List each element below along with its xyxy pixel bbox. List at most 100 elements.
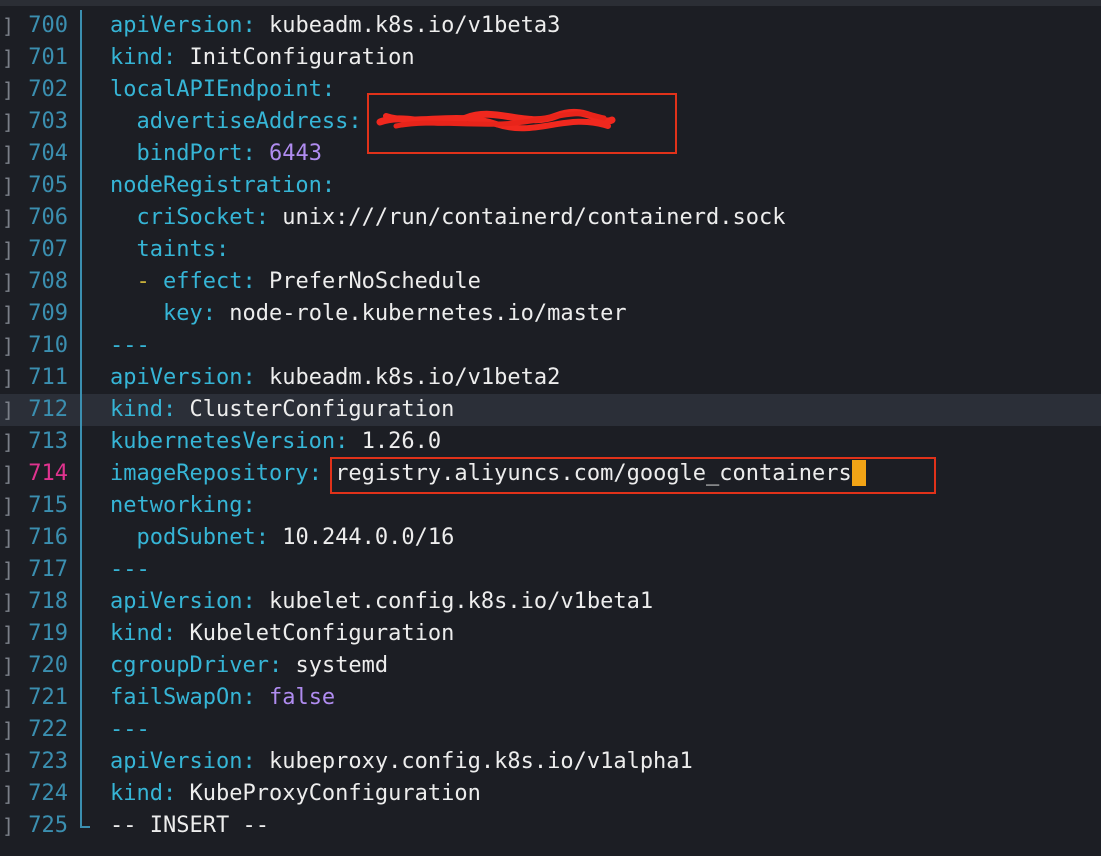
code-token-sep: : — [242, 589, 269, 614]
code-line[interactable]: ] 711 apiVersion: kubeadm.k8s.io/v1beta2 — [0, 362, 1101, 394]
code-line[interactable]: ] 717 --- — [0, 554, 1101, 586]
fold-marker: ] — [2, 334, 15, 358]
line-number: 721 — [28, 685, 68, 710]
code-text: - effect: PreferNoSchedule — [110, 266, 480, 298]
fold-marker: ] — [2, 814, 15, 838]
code-token-key: --- — [110, 557, 150, 582]
window-top-bar — [0, 0, 1101, 6]
fold-marker: ] — [2, 622, 15, 646]
code-text: failSwapOn: false — [110, 682, 335, 714]
line-number: 725 — [28, 813, 68, 838]
line-number: 716 — [28, 525, 68, 550]
code-line[interactable]: ] 708 - effect: PreferNoSchedule — [0, 266, 1101, 298]
fold-marker: ] — [2, 654, 15, 678]
code-text: -- INSERT -- — [110, 810, 269, 842]
code-line[interactable]: ] 722 --- — [0, 714, 1101, 746]
code-token-val: unix:///run/containerd/containerd.sock — [282, 205, 786, 230]
code-token-key: localAPIEndpoint — [110, 77, 322, 102]
code-token-key: taints — [110, 237, 216, 262]
code-line[interactable]: ] 710 --- — [0, 330, 1101, 362]
code-token-key: kind — [110, 621, 163, 646]
code-text: --- — [110, 330, 150, 362]
code-line[interactable]: ] 718 apiVersion: kubelet.config.k8s.io/v1… — [0, 586, 1101, 618]
line-number: 702 — [28, 77, 68, 102]
gutter-indent-guide — [80, 778, 82, 810]
code-token-sep: : — [162, 781, 190, 806]
fold-marker: ] — [2, 398, 15, 422]
code-text: apiVersion: kubelet.config.k8s.io/v1beta… — [110, 586, 653, 618]
line-number: 723 — [28, 749, 68, 774]
code-line[interactable]: ] 705 nodeRegistration: — [0, 170, 1101, 202]
code-line[interactable]: ] 713 kubernetesVersion: 1.26.0 — [0, 426, 1101, 458]
code-token-sep: : — [242, 749, 269, 774]
line-number: 724 — [28, 781, 68, 806]
fold-marker: ] — [2, 142, 15, 166]
gutter-indent-guide — [80, 266, 82, 298]
code-token-sep: : — [255, 525, 283, 550]
gutter-indent-guide — [80, 682, 82, 714]
code-token-key: apiVersion — [110, 589, 243, 614]
code-token-key: podSubnet — [110, 525, 256, 550]
code-token-sep: : — [162, 621, 190, 646]
code-text: advertiseAddress: — [110, 106, 375, 138]
code-token-sep: : — [321, 173, 336, 198]
code-token-sep: : — [242, 685, 269, 710]
code-text: --- — [110, 554, 150, 586]
code-text: apiVersion: kubeproxy.config.k8s.io/v1al… — [110, 746, 693, 778]
code-line[interactable]: ] 700 apiVersion: kubeadm.k8s.io/v1beta3 — [0, 10, 1101, 42]
fold-marker: ] — [2, 686, 15, 710]
line-number: 718 — [28, 589, 68, 614]
code-token-val: InitConfiguration — [189, 45, 415, 70]
line-number: 720 — [28, 653, 68, 678]
gutter-indent-guide — [80, 330, 82, 362]
code-token-val: KubeProxyConfiguration — [189, 781, 481, 806]
gutter-indent-guide — [80, 810, 90, 828]
code-line[interactable]: ] 709 key: node-role.kubernetes.io/master — [0, 298, 1101, 330]
code-text: --- — [110, 714, 150, 746]
code-token-key: criSocket — [110, 205, 256, 230]
code-line[interactable]: ] 723 apiVersion: kubeproxy.config.k8s.io/… — [0, 746, 1101, 778]
line-number: 705 — [28, 173, 68, 198]
code-token-sep: : — [242, 493, 256, 518]
code-token-val: ClusterConfiguration — [189, 397, 455, 422]
code-line[interactable]: ] 706 criSocket: unix:///run/containerd/c… — [0, 202, 1101, 234]
line-number: 710 — [28, 333, 68, 358]
code-token-num: 6443 — [268, 141, 322, 166]
code-line[interactable]: ] 720 cgroupDriver: systemd — [0, 650, 1101, 682]
gutter-indent-guide — [80, 10, 82, 42]
code-line[interactable]: ] 725 -- INSERT -- — [0, 810, 1101, 842]
code-line[interactable]: ] 707 taints: — [0, 234, 1101, 266]
code-line[interactable]: ] 721 failSwapOn: false — [0, 682, 1101, 714]
line-number: 703 — [28, 109, 68, 134]
code-text: networking: — [110, 490, 256, 522]
fold-marker: ] — [2, 494, 15, 518]
code-token-sep: : — [242, 13, 269, 38]
code-token-sep: : — [321, 77, 336, 102]
line-number: 700 — [28, 13, 68, 38]
fold-marker: ] — [2, 238, 15, 262]
code-line[interactable]: ] 716 podSubnet: 10.244.0.0/16 — [0, 522, 1101, 554]
code-line[interactable]: ] 712 kind: ClusterConfiguration — [0, 394, 1101, 426]
fold-marker: ] — [2, 270, 15, 294]
fold-marker: ] — [2, 462, 15, 486]
code-token-key: failSwapOn — [110, 685, 243, 710]
gutter-indent-guide — [80, 618, 82, 650]
code-token-key: bindPort — [110, 141, 243, 166]
line-number: 717 — [28, 557, 68, 582]
code-text: nodeRegistration: — [110, 170, 335, 202]
code-text: kind: InitConfiguration — [110, 42, 415, 74]
code-line[interactable]: ] 724 kind: KubeProxyConfiguration — [0, 778, 1101, 810]
fold-marker: ] — [2, 718, 15, 742]
line-number: 713 — [28, 429, 68, 454]
code-token-sep: : — [255, 205, 283, 230]
code-line[interactable]: ] 719 kind: KubeletConfiguration — [0, 618, 1101, 650]
code-line[interactable]: ] 715 networking: — [0, 490, 1101, 522]
code-token-key: effect — [162, 269, 243, 294]
highlight-box-image-repository — [330, 457, 936, 494]
code-token-sep: : — [242, 141, 269, 166]
gutter-indent-guide — [80, 522, 82, 554]
line-number: 711 — [28, 365, 68, 390]
code-line[interactable]: ] 701 kind: InitConfiguration — [0, 42, 1101, 74]
code-token-val: 10.244.0.0/16 — [282, 525, 455, 550]
fold-marker: ] — [2, 526, 15, 550]
